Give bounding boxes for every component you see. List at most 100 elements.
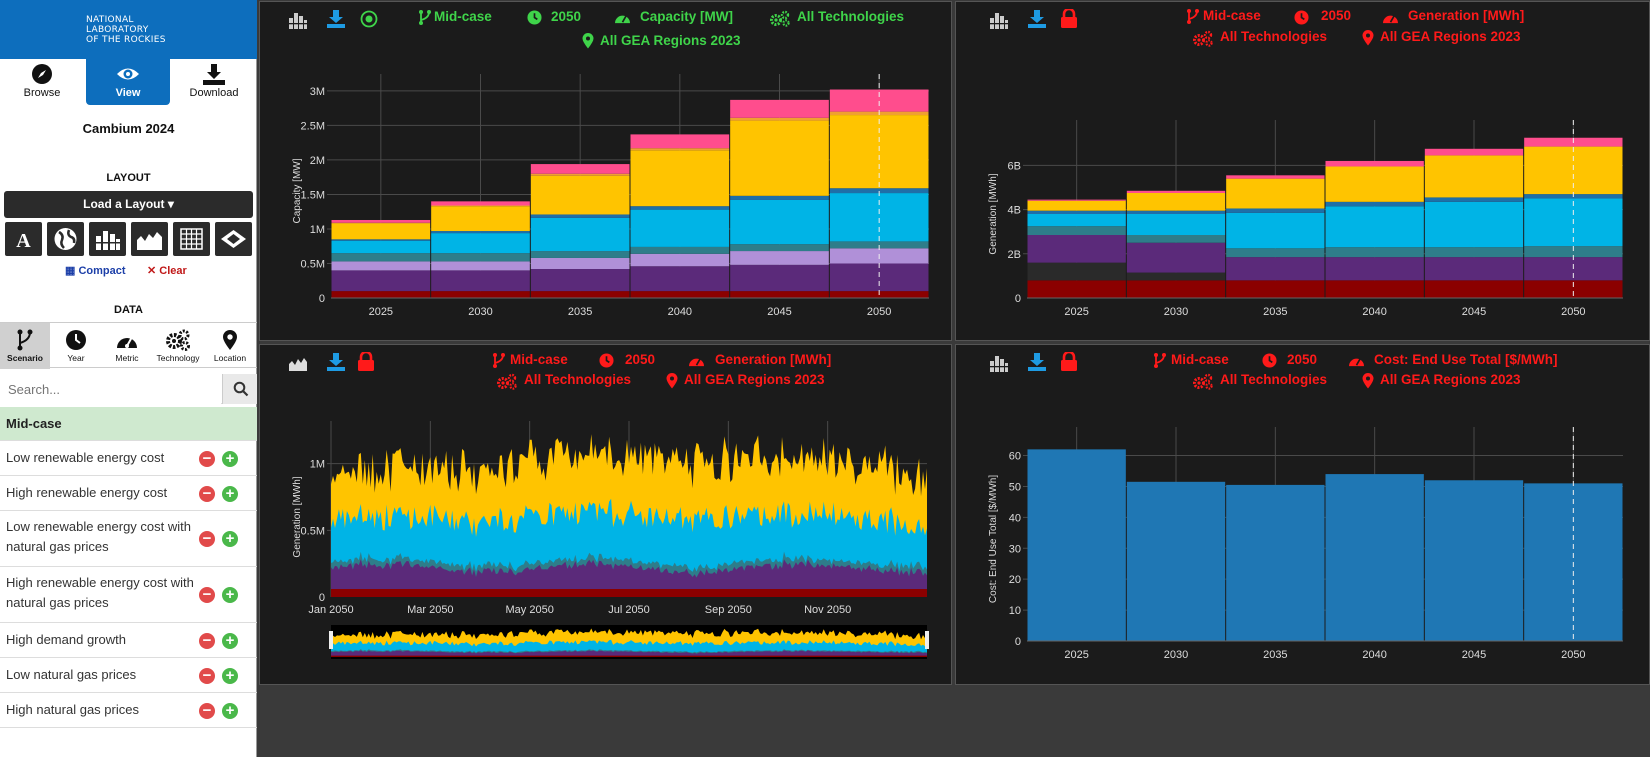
bar-segment[interactable] [530, 217, 630, 252]
layout-area-chart-button[interactable] [131, 222, 168, 256]
bar-segment[interactable] [530, 291, 630, 298]
bar-segment[interactable] [630, 206, 730, 210]
bar-segment[interactable] [431, 253, 530, 262]
bar-segment[interactable] [1027, 226, 1126, 235]
remove-scenario-icon[interactable]: − [199, 667, 215, 684]
bar[interactable] [1126, 481, 1226, 641]
bar-segment[interactable] [730, 99, 829, 118]
bar-segment[interactable] [730, 264, 829, 292]
compact-button[interactable]: ▦ Compact [65, 264, 126, 277]
bar-segment[interactable] [530, 257, 630, 270]
bar-segment[interactable] [431, 261, 530, 271]
add-scenario-icon[interactable]: + [222, 450, 238, 467]
bar-segment[interactable] [1027, 210, 1126, 214]
bar-segment[interactable] [1325, 257, 1424, 281]
bar-segment[interactable] [431, 201, 530, 206]
add-scenario-icon[interactable]: + [222, 485, 238, 502]
tab-location[interactable]: Location [205, 323, 255, 369]
area-series[interactable] [331, 589, 927, 597]
bar-segment[interactable] [1027, 280, 1126, 298]
bar-segment[interactable] [1226, 280, 1325, 298]
add-scenario-icon[interactable]: + [222, 702, 238, 719]
bar-segment[interactable] [1325, 206, 1424, 248]
bar-segment[interactable] [730, 195, 829, 200]
bar-segment[interactable] [530, 175, 630, 215]
tab-metric[interactable]: Metric [102, 323, 152, 369]
bar-segment[interactable] [1126, 280, 1226, 298]
bar-segment[interactable] [1424, 197, 1524, 202]
bar-segment[interactable] [1226, 248, 1325, 258]
nlr-logo[interactable]: NATIONAL LABORATORY OF THE ROCKIES [0, 0, 257, 59]
bar-segment[interactable] [1126, 272, 1226, 281]
layout-text-button[interactable]: A [5, 222, 42, 256]
bar-segment[interactable] [1424, 155, 1524, 198]
bar-segment[interactable] [630, 148, 730, 151]
bar-segment[interactable] [630, 134, 730, 149]
bar-segment[interactable] [530, 164, 630, 174]
tab-year[interactable]: Year [51, 323, 101, 369]
scenario-item[interactable]: High natural gas prices − + [0, 693, 257, 728]
bar-segment[interactable] [1126, 214, 1226, 235]
scenario-item[interactable]: High renewable energy cost − + [0, 476, 257, 511]
bar-segment[interactable] [1027, 214, 1126, 227]
bar-segment[interactable] [1325, 160, 1424, 167]
bar-segment[interactable] [431, 291, 530, 298]
layout-3d-map-button[interactable] [215, 222, 252, 256]
add-scenario-icon[interactable]: + [222, 632, 238, 649]
bar-segment[interactable] [530, 173, 630, 176]
bar-segment[interactable] [1126, 235, 1226, 243]
bar-segment[interactable] [1226, 175, 1325, 179]
bar-segment[interactable] [431, 206, 530, 232]
bar-segment[interactable] [730, 117, 829, 121]
bar-segment[interactable] [1325, 166, 1424, 202]
remove-scenario-icon[interactable]: − [199, 632, 215, 649]
bar[interactable] [1424, 480, 1524, 641]
scenario-item[interactable]: Low renewable energy cost − + [0, 441, 257, 476]
bar-segment[interactable] [1126, 190, 1226, 193]
bar-segment[interactable] [1424, 280, 1524, 298]
bar-segment[interactable] [1424, 247, 1524, 258]
bar-segment[interactable] [1027, 199, 1126, 201]
bar-segment[interactable] [1126, 242, 1226, 273]
bar-segment[interactable] [1027, 235, 1126, 263]
mode-view-button[interactable]: View [86, 59, 170, 105]
bar-segment[interactable] [1126, 210, 1226, 214]
bar-segment[interactable] [1424, 201, 1524, 248]
search-button[interactable] [222, 374, 257, 404]
mode-download-button[interactable]: Download [172, 59, 256, 105]
add-scenario-icon[interactable]: + [222, 667, 238, 684]
bar-segment[interactable] [730, 199, 829, 245]
range-slider[interactable] [329, 625, 929, 659]
bar-segment[interactable] [331, 291, 431, 298]
bar-segment[interactable] [530, 269, 630, 292]
scenario-item[interactable]: High demand growth − + [0, 623, 257, 658]
bar-segment[interactable] [331, 219, 431, 223]
bar-segment[interactable] [630, 246, 730, 254]
bar[interactable] [1027, 449, 1126, 641]
scenario-item[interactable]: Mid-case [0, 407, 257, 441]
layout-map-button[interactable] [47, 222, 84, 256]
scenario-item[interactable]: Low renewable energy cost with natural g… [0, 511, 257, 567]
bar-segment[interactable] [1226, 208, 1325, 213]
bar-segment[interactable] [1424, 148, 1524, 156]
scenario-item[interactable]: Low natural gas prices − + [0, 658, 257, 693]
bar-segment[interactable] [431, 233, 530, 254]
bar-segment[interactable] [1226, 178, 1325, 209]
bar-segment[interactable] [1325, 280, 1424, 298]
layout-table-button[interactable] [173, 222, 210, 256]
layout-bar-chart-button[interactable] [89, 222, 126, 256]
bar[interactable] [1325, 474, 1424, 641]
bar-segment[interactable] [730, 291, 829, 298]
tab-scenario[interactable]: Scenario [0, 323, 50, 369]
bar-segment[interactable] [331, 239, 431, 241]
remove-scenario-icon[interactable]: − [199, 702, 215, 719]
range-handle-right[interactable] [925, 631, 929, 649]
bar-segment[interactable] [630, 291, 730, 298]
bar-segment[interactable] [530, 251, 630, 258]
scenario-item[interactable]: High renewable energy cost with natural … [0, 567, 257, 623]
bar-segment[interactable] [431, 231, 530, 234]
search-input[interactable] [0, 374, 221, 404]
bar-segment[interactable] [1027, 200, 1126, 211]
add-scenario-icon[interactable]: + [222, 587, 238, 603]
bar-segment[interactable] [431, 270, 530, 292]
